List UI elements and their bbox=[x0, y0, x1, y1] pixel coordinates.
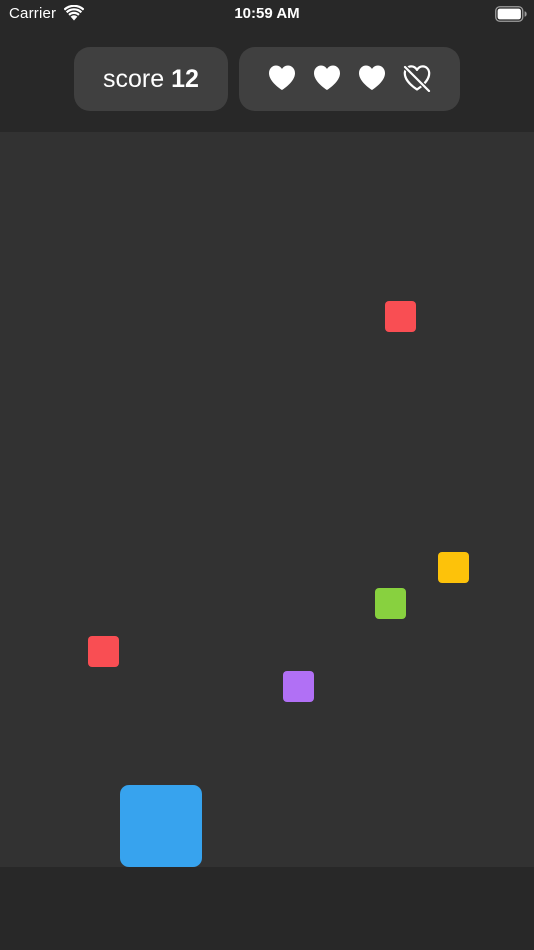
heart-slash-icon bbox=[402, 64, 432, 92]
clock: 10:59 AM bbox=[234, 5, 300, 22]
bottom-bar bbox=[0, 867, 534, 950]
falling-block-red bbox=[88, 636, 119, 667]
falling-block-green bbox=[375, 588, 406, 619]
status-bar: Carrier 10:59 AM bbox=[0, 0, 534, 28]
game-area[interactable] bbox=[0, 132, 534, 867]
heart-filled-icon bbox=[359, 65, 385, 90]
heart-filled-icon bbox=[269, 65, 295, 90]
battery-icon bbox=[495, 6, 527, 22]
player-block[interactable] bbox=[120, 785, 202, 867]
lives-panel bbox=[239, 47, 460, 111]
falling-block-purple bbox=[283, 671, 314, 702]
score-value: 12 bbox=[171, 64, 199, 93]
score-label: score bbox=[103, 64, 165, 93]
score-panel: score 12 bbox=[74, 47, 228, 111]
falling-block-yellow bbox=[438, 552, 469, 583]
falling-block-red bbox=[385, 301, 416, 332]
heart-filled-icon bbox=[314, 65, 340, 90]
